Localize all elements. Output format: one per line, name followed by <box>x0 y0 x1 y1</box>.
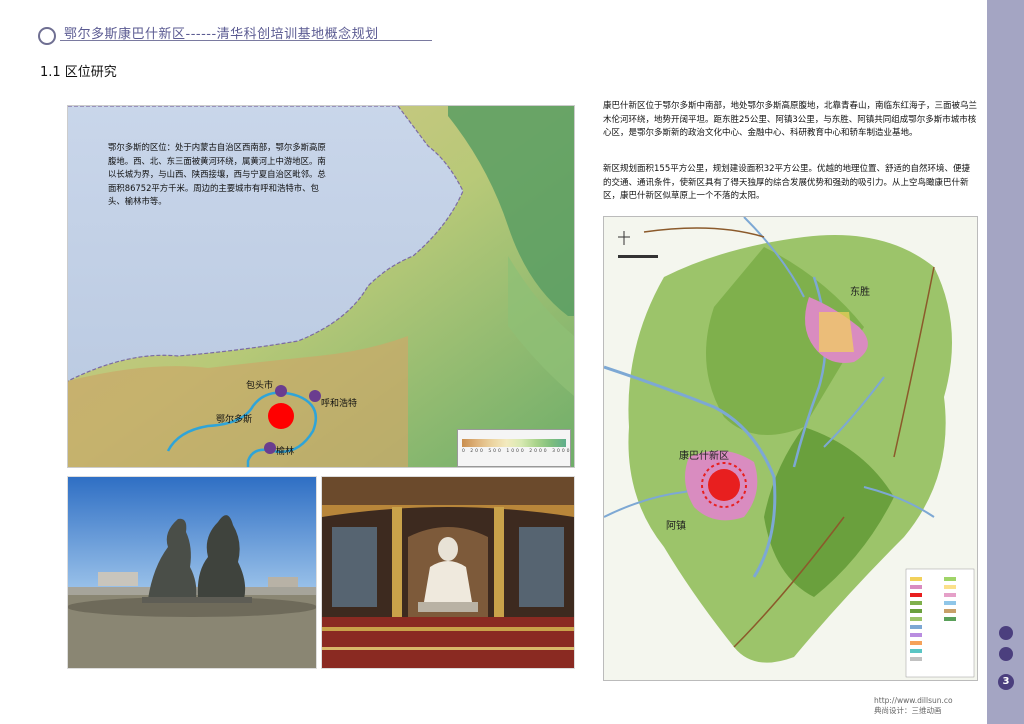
hohhot-marker-icon <box>309 390 321 402</box>
location-map: 鄂尔多斯的区位：处于内蒙古自治区西南部，鄂尔多斯高原腹地。西、北、东三面被黄河环… <box>67 105 575 468</box>
plan-label-azhen: 阿镇 <box>666 521 686 532</box>
city-label-ordos: 鄂尔多斯 <box>216 415 253 425</box>
plan-label-dongsheng: 东胜 <box>850 287 870 298</box>
city-label-baotou: 包头市 <box>246 381 274 391</box>
city-label-yulin: 榆林 <box>276 447 295 457</box>
plan-label-kangbashi: 康巴什新区 <box>679 451 729 462</box>
nav-dot-icon[interactable] <box>999 626 1013 640</box>
watermark-url: http://www.dillsun.co <box>874 696 953 705</box>
temple-interior-photo <box>321 476 575 669</box>
description-paragraph-2: 新区规划面积155平方公里，规划建设面积32平方公里。优越的地理位置、舒适的自然… <box>603 164 971 202</box>
header-circle-icon <box>38 27 56 45</box>
section-heading: 1.1 区位研究 <box>40 65 117 80</box>
planning-map: 东胜 康巴什新区 阿镇 <box>603 216 978 681</box>
planning-map-graphic <box>604 217 977 680</box>
header-divider <box>60 40 432 41</box>
elevation-legend-bar <box>462 439 566 447</box>
map-description: 鄂尔多斯的区位：处于内蒙古自治区西南部，鄂尔多斯高原腹地。西、北、东三面被黄河环… <box>108 142 326 206</box>
baotou-marker-icon <box>275 385 287 397</box>
city-label-hohhot: 呼和浩特 <box>321 399 358 409</box>
elevation-legend-ticks: 0 200 500 1000 2000 3000 <box>462 449 572 454</box>
description-paragraph-1: 康巴什新区位于鄂尔多斯中南部，地处鄂尔多斯高原腹地，北靠青春山，南临东红海子，三… <box>603 101 978 139</box>
elevation-legend: 0 200 500 1000 2000 3000 <box>457 429 571 467</box>
watermark-credit: 典尚设计：三维动画 <box>874 706 942 715</box>
horse-statue-image <box>68 477 316 668</box>
yulin-marker-icon <box>264 442 276 454</box>
nav-dot-icon[interactable] <box>999 647 1013 661</box>
watermark: http://www.dillsun.co 典尚设计：三维动画 <box>874 696 953 716</box>
ordos-marker-icon <box>268 403 294 429</box>
temple-interior-image <box>322 477 574 668</box>
kangbashi-sun-marker-icon <box>708 469 740 501</box>
horse-statue-photo <box>67 476 317 669</box>
right-sidebar-bar <box>987 0 1024 724</box>
page-number: 3 <box>998 674 1014 690</box>
